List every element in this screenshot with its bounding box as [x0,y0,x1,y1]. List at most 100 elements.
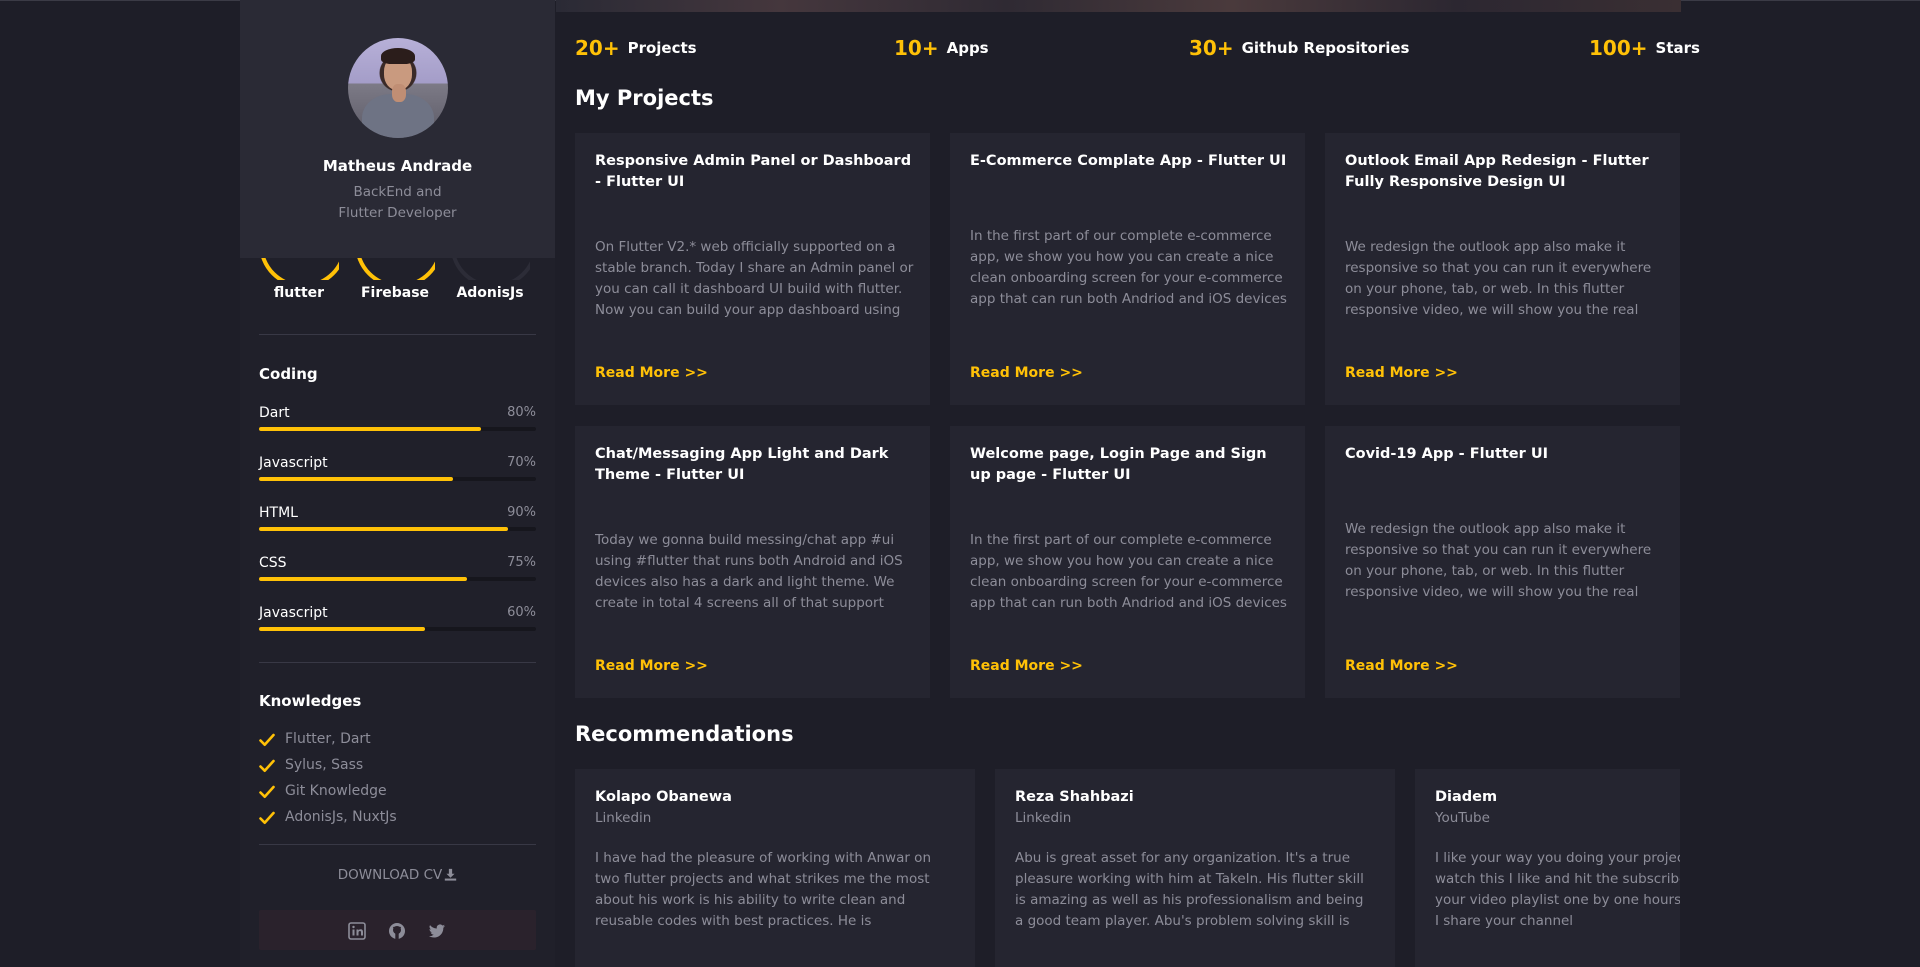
project-title: Outlook Email App Redesign - Flutter Ful… [1345,153,1649,190]
knowledge-item: Git Knowledge [259,783,536,803]
stat-projects: 20+ Projects [575,36,697,60]
check-icon [259,759,275,772]
sidebar: Matheus Andrade BackEnd and Flutter Deve… [240,0,555,967]
stat-number: 100+ [1589,36,1648,60]
project-title: Responsive Admin Panel or Dashboard - Fl… [595,153,912,190]
project-card: E-Commerce Complate App - Flutter UI In … [950,133,1305,405]
project-description: On Flutter V2.* web officially supported… [595,239,914,318]
skill-name: Javascript [259,455,328,471]
coding-title: Coding [259,365,318,383]
skill-bar-javascript: Javascript 70% [259,455,536,495]
project-title: Covid-19 App - Flutter UI [1345,446,1549,462]
knowledge-item: Flutter, Dart [259,731,536,751]
stat-label: Stars [1655,39,1700,57]
recommendation-text: I like your way you doing your project a… [1435,850,1680,929]
progress-track [259,477,536,481]
stat-label: Github Repositories [1241,39,1410,57]
recommendation-card: Reza Shahbazi Linkedin Abu is great asse… [995,769,1395,967]
progress-fill [259,627,426,631]
project-description: Today we gonna build messing/chat app #u… [595,532,903,611]
skill-percent: 80% [507,405,536,420]
divider [259,844,536,845]
projects-heading: My Projects [575,86,714,110]
skill-bar-javascript: Javascript 60% [259,605,536,645]
stat-stars: 100+ Stars [1589,36,1700,60]
download-cv-label: DOWNLOAD CV [337,867,443,883]
hero-image-strip [556,0,1681,12]
read-more-link[interactable]: Read More >> [970,365,1083,381]
circle-label: flutter [273,285,325,301]
recommender-name: Reza Shahbazi [1015,789,1134,805]
read-more-link[interactable]: Read More >> [595,365,708,381]
project-card: Welcome page, Login Page and Sign up pag… [950,426,1305,698]
stat-label: Projects [627,39,697,57]
github-icon[interactable] [387,921,407,941]
stat-apps: 10+ Apps [894,36,989,60]
read-more-link[interactable]: Read More >> [595,658,708,674]
project-title: Welcome page, Login Page and Sign up pag… [970,446,1267,483]
recommendations-heading: Recommendations [575,722,794,746]
recommendation-source: Linkedin [1015,810,1072,826]
project-card: Responsive Admin Panel or Dashboard - Fl… [575,133,930,405]
stat-number: 30+ [1189,36,1234,60]
progress-fill [259,427,481,431]
knowledge-label: Sylus, Sass [285,757,364,773]
progress-track [259,427,536,431]
skill-bar-css: CSS 75% [259,555,536,595]
project-title: E-Commerce Complate App - Flutter UI [970,153,1287,169]
skill-percent: 75% [507,555,536,570]
recommendation-text: I have had the pleasure of working with … [595,850,931,929]
project-card: Covid-19 App - Flutter UI We redesign th… [1325,426,1680,698]
project-card: Outlook Email App Redesign - Flutter Ful… [1325,133,1680,405]
twitter-icon[interactable] [427,921,447,941]
project-description: We redesign the outlook app also make it… [1345,239,1652,318]
project-description: In the first part of our complete e-comm… [970,228,1287,307]
progress-fill [259,527,509,531]
project-description: We redesign the outlook app also make it… [1345,521,1652,600]
progress-fill [259,577,467,581]
skill-bar-html: HTML 90% [259,505,536,545]
stat-number: 10+ [894,36,939,60]
progress-track [259,577,536,581]
recommendation-card: Diadem YouTube I like your way you doing… [1415,769,1680,967]
progress-fill [259,477,453,481]
check-icon [259,733,275,746]
social-links [259,910,536,950]
download-icon [445,868,457,881]
skill-name: HTML [259,505,298,521]
circle-label: AdonisJs [456,285,524,301]
skill-name: Dart [259,405,290,421]
progress-track [259,527,536,531]
stat-number: 20+ [575,36,620,60]
knowledge-label: Flutter, Dart [285,731,371,747]
skill-percent: 70% [507,455,536,470]
divider [259,662,536,663]
recommender-name: Diadem [1435,789,1498,805]
check-icon [259,785,275,798]
project-card: Chat/Messaging App Light and Dark Theme … [575,426,930,698]
recommendation-card: Kolapo Obanewa Linkedin I have had the p… [575,769,975,967]
knowledge-label: AdonisJs, NuxtJs [285,809,397,825]
knowledges-title: Knowledges [259,692,362,710]
progress-track [259,627,536,631]
divider [259,334,536,335]
knowledge-item: Sylus, Sass [259,757,536,777]
download-cv-button[interactable]: DOWNLOAD CV [259,867,536,883]
skill-name: Javascript [259,605,328,621]
knowledge-item: AdonisJs, NuxtJs [259,809,536,829]
circle-label: Firebase [360,285,430,301]
recommender-name: Kolapo Obanewa [595,789,732,805]
linkedin-icon[interactable] [347,921,367,941]
project-title: Chat/Messaging App Light and Dark Theme … [595,446,889,483]
skill-percent: 60% [507,605,536,620]
avatar [348,38,448,138]
profile-role-line2: Flutter Developer [338,205,457,221]
read-more-link[interactable]: Read More >> [1345,658,1458,674]
read-more-link[interactable]: Read More >> [970,658,1083,674]
profile-card: Matheus Andrade BackEnd and Flutter Deve… [240,0,555,258]
profile-role-line1: BackEnd and [353,184,442,200]
profile-name: Matheus Andrade [322,157,473,175]
read-more-link[interactable]: Read More >> [1345,365,1458,381]
project-description: In the first part of our complete e-comm… [970,532,1287,611]
skill-percent: 90% [507,505,536,520]
